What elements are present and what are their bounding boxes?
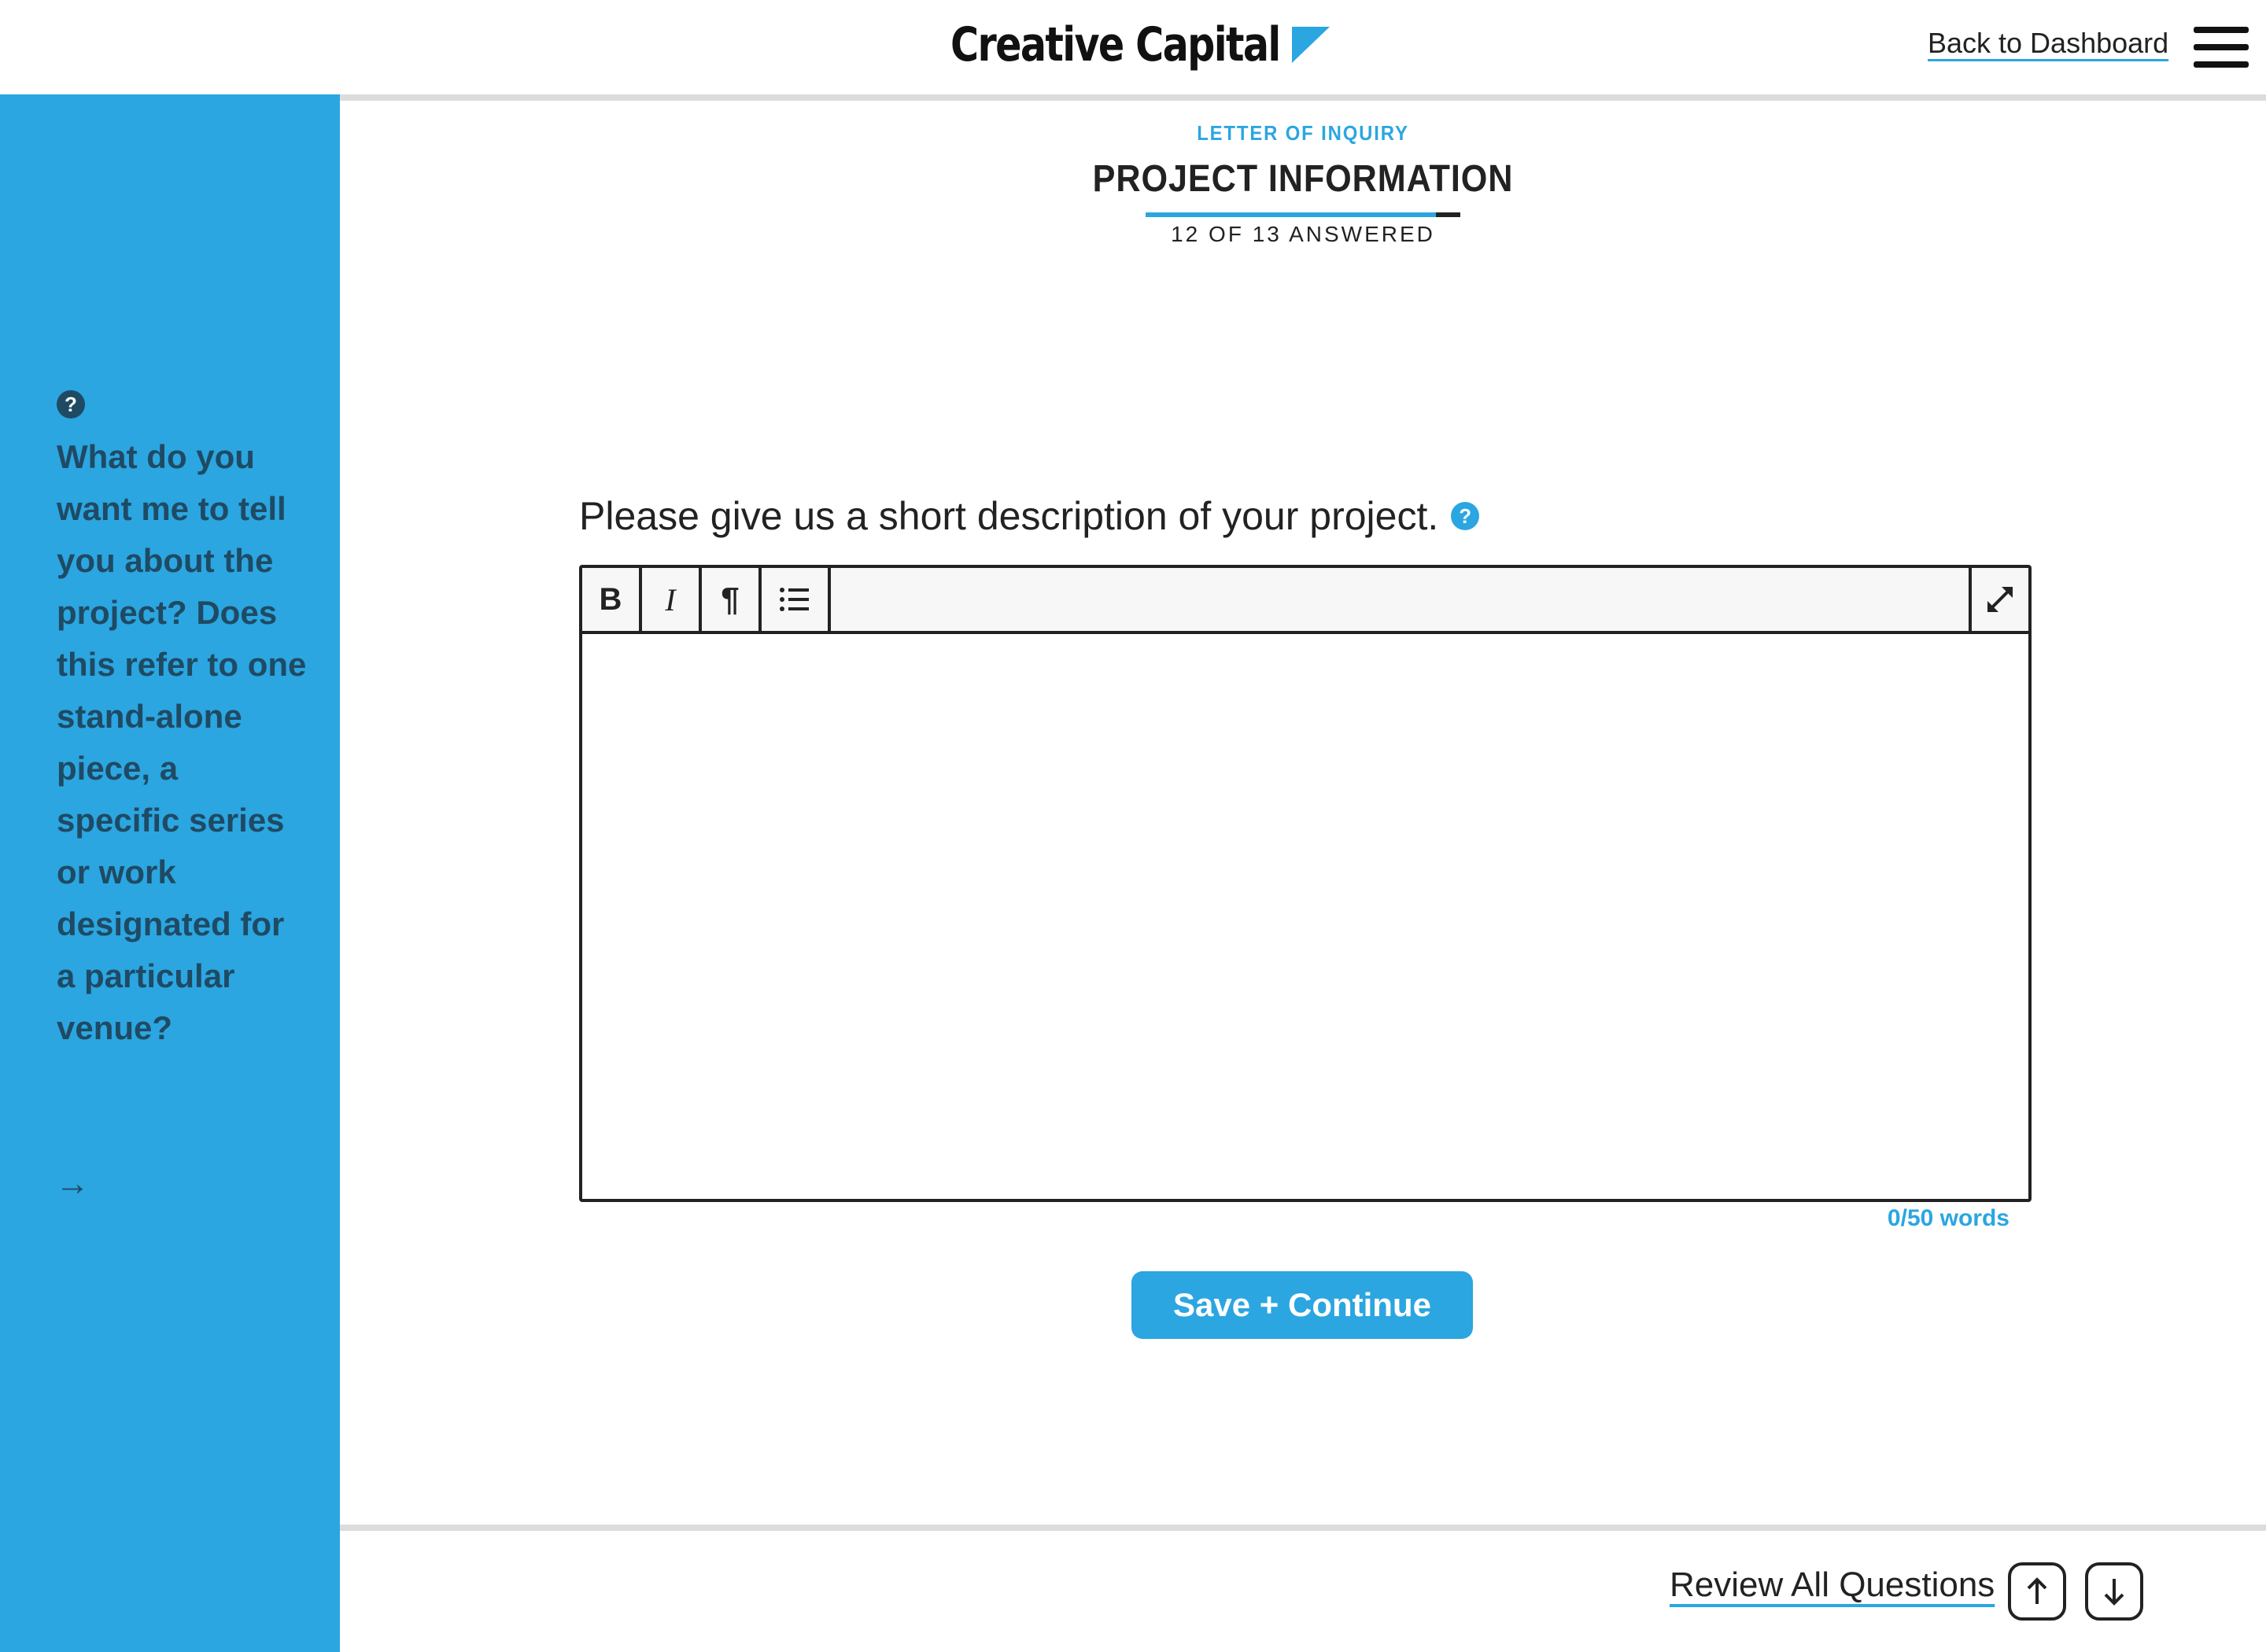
logo-flag-icon [1292,27,1330,63]
question-mark-icon: ? [57,390,85,419]
review-all-questions-link[interactable]: Review All Questions [1670,1565,1995,1605]
word-count: 0/50 words [1887,1205,2010,1231]
italic-button[interactable]: I [642,568,702,631]
page-title: PROJECT INFORMATION [1092,158,1514,200]
rich-text-editor: B I ¶ [579,565,2032,1202]
previous-question-button[interactable] [2008,1562,2066,1621]
arrow-up-icon [2027,1577,2047,1604]
creative-capital-logo[interactable]: Creative Capital [950,17,1353,72]
question-label: Please give us a short description of yo… [579,494,1439,538]
form-eyebrow: LETTER OF INQUIRY [1197,121,1409,145]
answered-count: 12 OF 13 ANSWERED [1171,222,1435,246]
question-help-icon[interactable]: ? [1451,502,1480,530]
progress-bar-fill [1146,212,1437,217]
bulleted-list-button[interactable] [762,568,831,631]
paragraph-button[interactable]: ¶ [702,568,762,631]
footer-divider [340,1525,2266,1531]
bold-button[interactable]: B [582,568,642,631]
editor-toolbar: B I ¶ [582,568,2028,634]
sidebar-help-text: What do you want me to tell you about th… [57,438,307,1046]
logo-text: Creative Capital [950,17,1281,72]
top-header: Creative Capital Back to Dashboard [0,0,2266,94]
expand-icon [1987,587,2013,612]
progress-bar [1146,212,1460,217]
description-textarea[interactable] [582,634,2028,1199]
arrow-right-icon[interactable]: → [55,1164,90,1204]
fullscreen-button[interactable] [1969,568,2028,631]
next-question-button[interactable] [2085,1562,2143,1621]
header-divider [0,94,2266,101]
save-continue-button[interactable]: Save + Continue [1131,1271,1473,1339]
hamburger-menu-icon[interactable] [2194,27,2249,68]
back-to-dashboard-link[interactable]: Back to Dashboard [1928,27,2168,60]
bulleted-list-icon [780,588,809,611]
arrow-down-icon [2104,1579,2124,1606]
question-row: Please give us a short description of yo… [579,492,1480,540]
